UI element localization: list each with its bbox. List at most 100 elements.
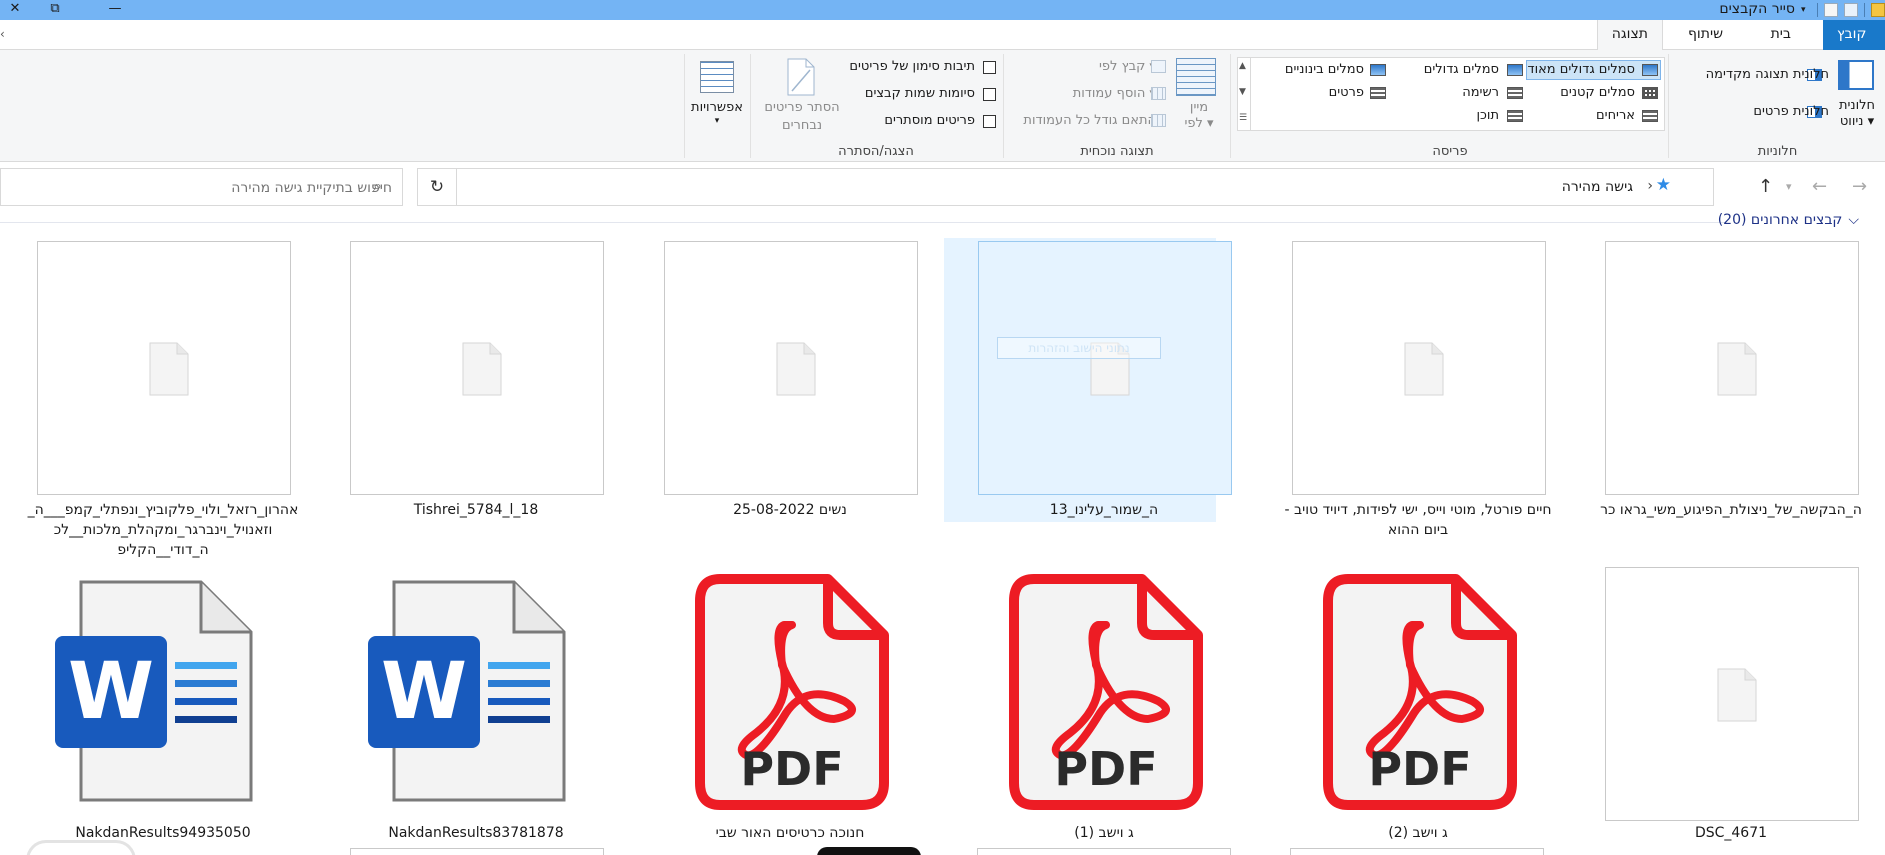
tab-share[interactable]: שיתוף bbox=[1674, 20, 1737, 50]
options-dropdown-icon[interactable]: ▾ bbox=[688, 116, 746, 126]
address-bar-row: → ← ▾ ↑ ★ › גישה מהירה ⌵ ↻ ⌕ bbox=[0, 168, 1885, 206]
folder-app-icon bbox=[1871, 3, 1885, 17]
tab-view[interactable]: תצוגה bbox=[1596, 20, 1663, 51]
add-columns-icon bbox=[1151, 87, 1166, 100]
chevron-up-icon[interactable]: ▲ bbox=[1239, 61, 1246, 71]
layout-medium-button[interactable]: סמלים בינוניים bbox=[1285, 62, 1364, 77]
file-tile[interactable]: חיים פורטל, מוטי וייס, ישי לפידות, דיויד… bbox=[1258, 238, 1552, 568]
file-extensions-label[interactable]: סיומות שמות קבצים bbox=[865, 86, 975, 101]
show-hide-group: תיבות סימון של פריטים סיומות שמות קבצים … bbox=[752, 50, 1000, 162]
forward-arrow-icon[interactable]: ← bbox=[1812, 176, 1827, 197]
file-tile[interactable]: 18_Tishrei_5784_l bbox=[316, 238, 604, 568]
pdf-badge: PDF bbox=[1054, 742, 1157, 796]
properties-icon[interactable] bbox=[1844, 3, 1858, 17]
generic-file-icon bbox=[1404, 342, 1444, 396]
address-box[interactable]: ★ › גישה מהירה ⌵ bbox=[417, 168, 1714, 206]
file-name: ה_שמור_עלינו_13 bbox=[1049, 502, 1159, 518]
file-thumbnail bbox=[1605, 567, 1859, 821]
layout-content-button[interactable]: תוכן bbox=[1476, 108, 1499, 123]
word-file-icon: W bbox=[368, 580, 566, 802]
layout-extra-large-button[interactable]: סמלים גדולים מאוד bbox=[1527, 62, 1635, 77]
pdf-badge: PDF bbox=[1368, 742, 1471, 796]
file-thumbnail bbox=[350, 241, 604, 495]
hidden-items-checkbox[interactable] bbox=[983, 115, 996, 128]
layout-gallery-scroll[interactable]: ▲ ▼ ☰ bbox=[1237, 57, 1251, 131]
qat-dropdown-icon[interactable]: ▾ bbox=[1801, 3, 1811, 17]
file-name: NakdanResults83781878 bbox=[388, 825, 564, 841]
nav-pane-label[interactable]: חלונית ניווט ▾ bbox=[1834, 98, 1880, 130]
qat-separator bbox=[1864, 3, 1865, 17]
quick-access-star-icon: ★ bbox=[1655, 175, 1671, 195]
more-icon[interactable]: ☰ bbox=[1239, 113, 1247, 123]
layout-tiles-button[interactable]: אריחים bbox=[1596, 108, 1635, 123]
qat-separator bbox=[1817, 3, 1818, 17]
back-arrow-icon[interactable]: → bbox=[1852, 176, 1867, 197]
file-tile[interactable]: PDF חנוכה כרטיסים האור שבי bbox=[630, 564, 902, 846]
file-name: חיים פורטל, מוטי וייס, ישי לפידות, דיויד… bbox=[1284, 502, 1552, 538]
file-name: אהרון_רזאל_ולוי_פלקוביץ_ונפתלי_קמפ___ה_ו… bbox=[27, 502, 299, 558]
file-tile[interactable]: נשים 25-08-2022 bbox=[630, 238, 918, 568]
file-extensions-checkbox[interactable] bbox=[983, 88, 996, 101]
chevron-up-icon[interactable]: ‹ bbox=[0, 27, 14, 41]
search-box[interactable]: ⌕ bbox=[0, 168, 403, 206]
large-icons-icon bbox=[1507, 64, 1523, 76]
breadcrumb-quick-access[interactable]: גישה מהירה bbox=[1562, 179, 1633, 195]
generic-file-icon bbox=[462, 342, 502, 396]
restore-icon[interactable]: ⧉ bbox=[40, 0, 70, 20]
up-arrow-icon[interactable]: ↑ bbox=[1758, 176, 1773, 197]
refresh-icon: ↻ bbox=[429, 177, 445, 197]
close-icon[interactable]: ✕ bbox=[0, 0, 30, 20]
file-tile[interactable]: W NakdanResults83781878 bbox=[316, 564, 588, 846]
file-name: חנוכה כרטיסים האור שבי bbox=[715, 825, 865, 841]
file-thumbnail bbox=[1605, 241, 1859, 495]
options-icon[interactable] bbox=[700, 61, 734, 93]
options-button[interactable]: אפשרויות bbox=[688, 100, 746, 115]
word-badge: W bbox=[381, 647, 467, 737]
preview-pane-button[interactable]: חלונית תצוגה מקדימה bbox=[1706, 67, 1829, 82]
file-tile[interactable]: PDF ג וישב (2) bbox=[1258, 564, 1530, 846]
layout-details-button[interactable]: פרטים bbox=[1329, 85, 1364, 100]
layout-group-label: פריסה bbox=[1432, 144, 1468, 159]
new-folder-icon[interactable] bbox=[1824, 3, 1838, 17]
size-columns-button[interactable]: התאם גודל כל העמודות bbox=[1023, 113, 1156, 128]
sort-by-icon[interactable] bbox=[1176, 58, 1216, 96]
chevron-down-icon[interactable]: ▼ bbox=[1239, 87, 1246, 97]
add-columns-button[interactable]: הוסף עמודות ▾ bbox=[1073, 86, 1156, 101]
file-name: ה_הבקשה_של_ניצולת_הפיגוע_משי_גראו כר bbox=[1600, 502, 1862, 518]
recent-files-header[interactable]: קבצים אחרונים (20) ⌵ bbox=[1718, 212, 1859, 228]
refresh-button[interactable]: ↻ bbox=[417, 168, 457, 206]
tab-file[interactable]: קובץ bbox=[1823, 20, 1885, 50]
section-divider bbox=[0, 222, 1725, 223]
details-icon bbox=[1370, 87, 1386, 99]
layout-list-button[interactable]: רשימה bbox=[1462, 85, 1499, 100]
search-icon: ⌕ bbox=[373, 176, 382, 195]
file-tile[interactable]: W NakdanResults94935050 bbox=[3, 564, 275, 846]
file-tile[interactable]: ה_הבקשה_של_ניצולת_הפיגוע_משי_גראו כר bbox=[1571, 238, 1862, 568]
partial-tile-peek bbox=[1290, 848, 1544, 855]
file-tile-selected[interactable]: נתוני הישוב והזהרות ה_שמור_עלינו_13 bbox=[944, 238, 1232, 522]
layout-large-button[interactable]: סמלים גדולים bbox=[1424, 62, 1499, 77]
breadcrumb-chevron-icon[interactable]: › bbox=[1647, 178, 1653, 194]
minimize-icon[interactable]: — bbox=[100, 0, 130, 20]
group-by-button[interactable]: קבץ לפי ▾ bbox=[1099, 59, 1156, 74]
layout-small-button[interactable]: סמלים קטנים bbox=[1560, 85, 1635, 100]
size-columns-icon bbox=[1151, 114, 1166, 127]
file-tile[interactable]: DSC_4671 bbox=[1571, 564, 1859, 846]
recent-locations-icon[interactable]: ▾ bbox=[1786, 180, 1792, 193]
extra-large-icons-icon bbox=[1642, 64, 1658, 76]
tab-home[interactable]: בית bbox=[1757, 20, 1805, 50]
nav-pane-icon[interactable] bbox=[1838, 60, 1874, 90]
file-tile[interactable]: אהרון_רזאל_ולוי_פלקוביץ_ונפתלי_קמפ___ה_ו… bbox=[3, 238, 298, 568]
item-checkboxes-checkbox[interactable] bbox=[983, 61, 996, 74]
file-tile[interactable]: PDF ג וישב (1) bbox=[944, 564, 1216, 846]
recent-files-title: קבצים אחרונים (20) bbox=[1717, 212, 1843, 228]
item-checkboxes-label[interactable]: תיבות סימון של פריטים bbox=[849, 59, 975, 74]
generic-file-icon bbox=[776, 342, 816, 396]
hidden-items-label[interactable]: פריטים מוסתרים bbox=[884, 113, 975, 128]
details-pane-button[interactable]: חלונית פרטים bbox=[1753, 104, 1829, 119]
word-file-icon: W bbox=[55, 580, 253, 802]
current-view-group: מיין לפי ▾ קבץ לפי ▾ הוסף עמודות ▾ התאם … bbox=[1006, 50, 1228, 162]
search-input[interactable] bbox=[41, 178, 392, 198]
current-view-group-label: תצוגה נוכחית bbox=[1080, 144, 1154, 159]
sort-by-button[interactable]: מיין לפי ▾ bbox=[1182, 100, 1216, 132]
